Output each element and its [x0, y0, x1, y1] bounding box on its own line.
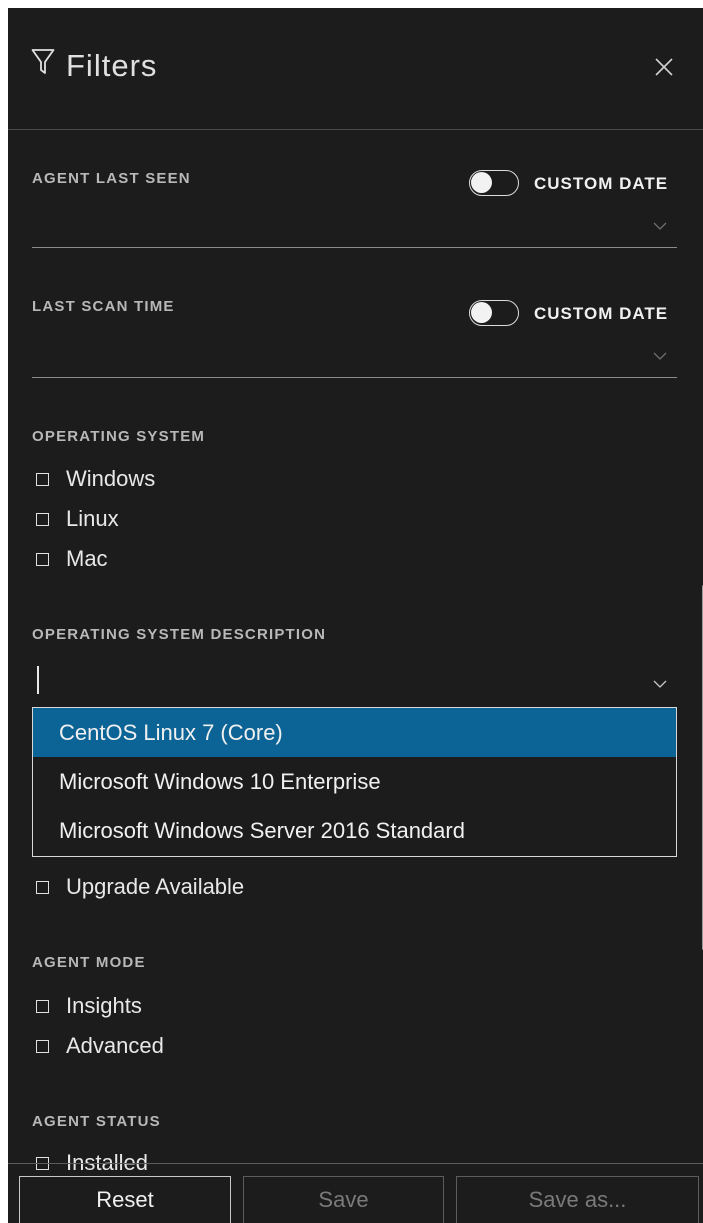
save-button[interactable]: Save: [243, 1176, 444, 1223]
agent-mode-option-insights[interactable]: Insights: [36, 991, 142, 1021]
os-option-windows[interactable]: Windows: [36, 464, 155, 494]
dropdown-option-windows-server-2016[interactable]: Microsoft Windows Server 2016 Standard: [33, 806, 676, 855]
chevron-down-icon[interactable]: [653, 222, 667, 231]
checkbox[interactable]: [36, 512, 49, 526]
agent-last-seen-label: AGENT LAST SEEN: [32, 170, 191, 187]
toggle-knob: [471, 302, 492, 323]
checkbox[interactable]: [36, 999, 49, 1013]
close-icon[interactable]: [653, 56, 675, 78]
filters-panel: Filters AGENT LAST SEEN CUSTOM DATE LAST…: [8, 8, 703, 1223]
reset-button[interactable]: Reset: [19, 1176, 231, 1223]
panel-title: Filters: [66, 48, 158, 83]
agent-last-seen-custom-date-label: CUSTOM DATE: [534, 174, 669, 193]
chevron-down-icon[interactable]: [653, 680, 667, 689]
agent-mode-option-advanced[interactable]: Advanced: [36, 1031, 164, 1061]
checkbox[interactable]: [36, 1039, 49, 1053]
os-description-dropdown: CentOS Linux 7 (Core) Microsoft Windows …: [32, 707, 677, 857]
last-scan-time-select[interactable]: [32, 377, 677, 378]
checkbox-label: Advanced: [66, 1033, 164, 1058]
checkbox-label: Insights: [66, 993, 142, 1018]
filter-funnel-icon: [31, 49, 55, 74]
last-scan-time-label: LAST SCAN TIME: [32, 298, 175, 315]
checkbox-label: Windows: [66, 466, 156, 491]
operating-system-label: OPERATING SYSTEM: [32, 428, 206, 445]
agent-mode-label: AGENT MODE: [32, 954, 146, 971]
dropdown-option-centos[interactable]: CentOS Linux 7 (Core): [33, 708, 676, 757]
checkbox[interactable]: [36, 880, 49, 894]
os-option-linux[interactable]: Linux: [36, 504, 119, 534]
agent-status-label: AGENT STATUS: [32, 1113, 161, 1130]
checkbox[interactable]: [36, 552, 49, 566]
filters-footer: Reset Save Save as...: [8, 1163, 703, 1223]
filters-header: Filters: [8, 8, 703, 130]
os-description-input[interactable]: [37, 666, 39, 694]
toggle-knob: [471, 172, 492, 193]
last-scan-time-custom-date-toggle[interactable]: [469, 300, 519, 326]
chevron-down-icon[interactable]: [653, 352, 667, 361]
save-as-button[interactable]: Save as...: [456, 1176, 699, 1223]
checkbox-label: Mac: [66, 546, 108, 571]
os-option-mac[interactable]: Mac: [36, 544, 108, 574]
os-description-label: OPERATING SYSTEM DESCRIPTION: [32, 626, 327, 643]
checkbox-label: Upgrade Available: [66, 874, 245, 899]
last-scan-time-custom-date-label: CUSTOM DATE: [534, 304, 669, 323]
checkbox[interactable]: [36, 472, 49, 486]
checkbox-label: Linux: [66, 506, 119, 531]
agent-last-seen-custom-date-toggle[interactable]: [469, 170, 519, 196]
dropdown-option-windows-10[interactable]: Microsoft Windows 10 Enterprise: [33, 757, 676, 806]
upgrade-available-option[interactable]: Upgrade Available: [36, 872, 244, 902]
agent-last-seen-select[interactable]: [32, 247, 677, 248]
